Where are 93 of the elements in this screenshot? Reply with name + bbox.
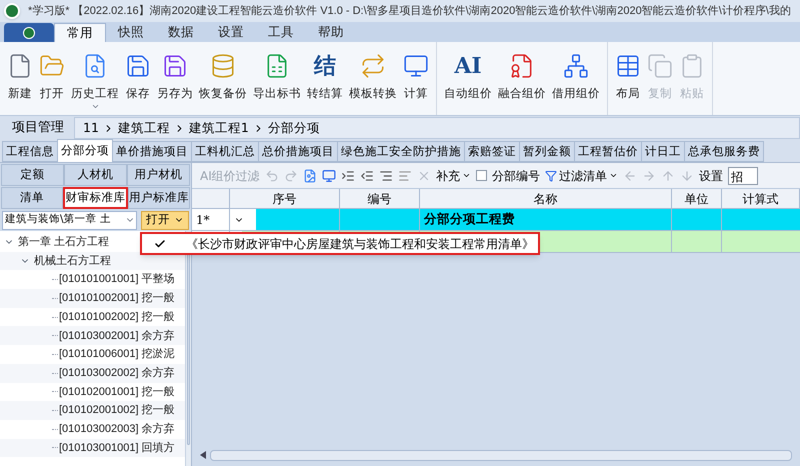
scroll-left-icon[interactable]: [200, 451, 206, 459]
tree-item[interactable]: 第一章 土石方工程: [18, 234, 110, 251]
app-logo-icon: [23, 26, 35, 38]
tree-item[interactable]: [010101002002] 挖一般: [59, 308, 175, 326]
ribbon-button[interactable]: 打开: [36, 42, 68, 115]
copy-icon: [647, 53, 673, 79]
ribbon-button[interactable]: 布局: [612, 42, 644, 115]
column-header[interactable]: 编号: [340, 189, 420, 208]
menu-tab[interactable]: 工具: [256, 23, 306, 42]
ribbon-button[interactable]: 结 转结算: [304, 42, 346, 115]
section-code-label: 分部编号: [492, 168, 540, 184]
breadcrumb-item[interactable]: 建筑工程: [118, 118, 170, 138]
section-code-checkbox[interactable]: [476, 170, 487, 181]
arrow-right-icon[interactable]: [642, 168, 656, 182]
table-cell: 分部分项工程费: [420, 209, 672, 230]
ribbon-button[interactable]: 新建: [4, 42, 36, 115]
network-icon: [563, 53, 589, 79]
redo-icon[interactable]: [284, 168, 298, 182]
library-tab[interactable]: 用户标准库: [128, 187, 190, 209]
indent-icon[interactable]: [340, 168, 355, 182]
monitor-icon[interactable]: [322, 168, 336, 182]
mode-field[interactable]: 招: [728, 166, 758, 184]
ribbon-glyph: 结: [314, 55, 336, 77]
grid-icon: [615, 53, 641, 79]
library-tab[interactable]: 人材机: [64, 164, 127, 186]
ribbon-button[interactable]: 借用组价: [549, 42, 603, 115]
align-icon[interactable]: [378, 168, 393, 182]
app-logo-icon: [4, 3, 20, 19]
settings-button[interactable]: 设置: [698, 166, 723, 184]
page-tab[interactable]: 分部分项: [57, 139, 113, 162]
tree-item[interactable]: [010102001001] 挖一般: [59, 384, 175, 400]
page-tab[interactable]: 工程暂估价: [574, 141, 642, 162]
outdent-icon[interactable]: [360, 168, 374, 182]
database-icon: [210, 53, 236, 79]
vertical-scrollbar[interactable]: [185, 231, 191, 466]
horizontal-scrollbar[interactable]: [200, 448, 792, 462]
page-tab[interactable]: 工程信息: [2, 141, 58, 162]
window-title: *学习版* 【2022.02.16】湖南2020建设工程智能云造价软件 V1.0 - D:\智多星项目造价软件\湖南2020智能云造价软件\湖南2020智能云造价软件\计价程序\我的: [28, 4, 791, 19]
page-tab[interactable]: 总价措施项目: [258, 141, 338, 162]
ribbon-button[interactable]: 融合组价: [495, 42, 549, 115]
page-tab[interactable]: 绿色施工安全防护措施: [337, 141, 465, 162]
ribbon-glyph: AI: [454, 55, 482, 77]
ribbon-button[interactable]: 历史工程: [68, 42, 122, 115]
swap-icon: [360, 53, 386, 79]
library-tab[interactable]: 用户材机: [127, 164, 190, 186]
supplement-button[interactable]: 补充: [436, 166, 471, 184]
menu-tab[interactable]: 常用: [54, 23, 106, 42]
column-header[interactable]: 名称: [420, 189, 672, 208]
menu-tab[interactable]: 数据: [156, 23, 206, 42]
breadcrumb-item[interactable]: 分部分项: [268, 118, 320, 138]
ribbon-button[interactable]: 导出标书: [250, 42, 304, 115]
library-tab[interactable]: 清单: [1, 187, 64, 209]
open-button[interactable]: 打开: [141, 210, 189, 230]
ribbon-button[interactable]: 计算: [400, 42, 432, 115]
caret-icon: [462, 171, 471, 180]
page-tab[interactable]: 索赔签证: [464, 141, 520, 162]
breadcrumb-item[interactable]: 建筑工程1: [188, 118, 249, 138]
column-header[interactable]: 序号: [230, 189, 340, 208]
project-management-label: 项目管理: [11, 119, 65, 138]
app-menu-button[interactable]: [4, 23, 54, 42]
menu-tab[interactable]: 设置: [206, 23, 256, 42]
ribbon-button[interactable]: 恢复备份: [196, 42, 250, 115]
ribbon-button[interactable]: AI 自动组价: [441, 42, 495, 115]
row-header: 1*: [192, 209, 230, 230]
tree-item[interactable]: [010103002003] 余方弃: [59, 420, 175, 438]
menu-tab[interactable]: 快照: [106, 23, 156, 42]
menu-item[interactable]: 《长沙市财政评审中心房屋建筑与装饰工程和安装工程常用清单》: [186, 234, 534, 252]
tree-item[interactable]: [010101001001] 平整场: [59, 271, 175, 288]
caret-icon: [608, 171, 618, 180]
filter-list-button[interactable]: 过滤清单: [544, 166, 618, 184]
document-icon[interactable]: [302, 168, 317, 182]
page-tab[interactable]: 单价措施项目: [112, 141, 192, 162]
undo-icon[interactable]: [264, 168, 279, 182]
library-tab[interactable]: 定额: [1, 164, 64, 186]
column-header[interactable]: 计算式: [722, 189, 800, 208]
tree-item[interactable]: [010101006001] 挖淤泥: [59, 346, 175, 363]
page-tab[interactable]: 计日工: [641, 141, 685, 162]
monitor-icon: [403, 53, 429, 79]
save-icon: [125, 53, 151, 79]
page-tab[interactable]: 暂列金额: [519, 141, 575, 162]
menu-tab[interactable]: 帮助: [306, 23, 356, 42]
column-header[interactable]: 单位: [672, 189, 722, 208]
library-tab[interactable]: 财审标准库: [63, 187, 128, 209]
save-as-icon: [162, 53, 188, 79]
arrow-left-icon[interactable]: [622, 168, 637, 182]
page-tab[interactable]: 工料机汇总: [191, 141, 259, 162]
filter-icon: [544, 170, 557, 182]
page-tab[interactable]: 总承包服务费: [684, 141, 764, 162]
library-select[interactable]: 建筑与装饰\第一章 土: [2, 210, 137, 230]
ribbon-button[interactable]: 模板转换: [346, 42, 400, 115]
ribbon-button[interactable]: 保存: [122, 42, 154, 115]
breadcrumb-item[interactable]: 11: [83, 118, 99, 138]
ribbon-button[interactable]: 另存为: [154, 42, 196, 115]
